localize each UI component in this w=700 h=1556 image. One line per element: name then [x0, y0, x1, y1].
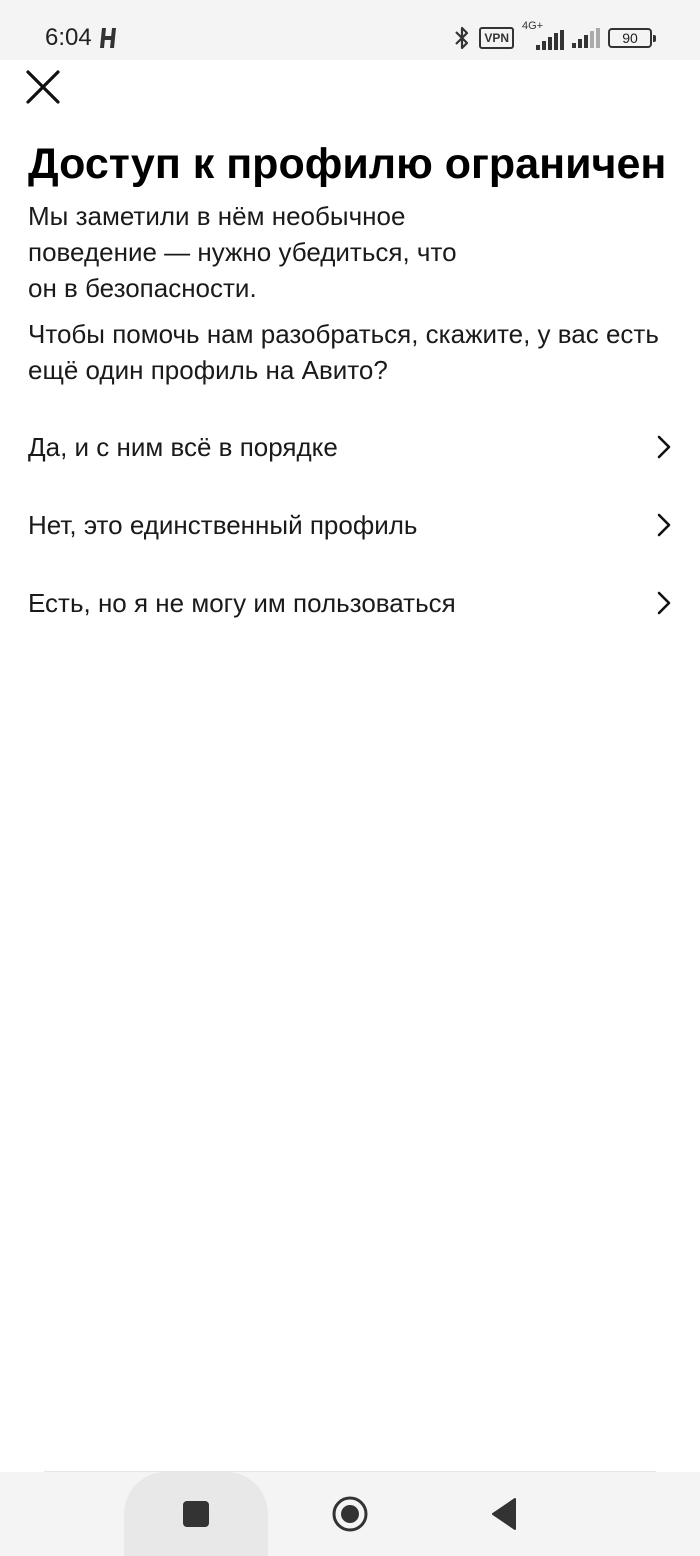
recents-square-icon [183, 1501, 209, 1527]
chevron-right-icon [657, 591, 671, 615]
signal-icon [536, 30, 564, 50]
battery-icon: 90 [608, 28, 656, 48]
option-only-profile[interactable]: Нет, это единственный профиль [0, 486, 700, 564]
options-list: Да, и с ним всё в порядке Нет, это единс… [0, 408, 700, 642]
vpn-badge: VPN [479, 27, 514, 49]
question-text: Чтобы помочь нам разобраться, скажите, у… [28, 319, 659, 385]
option-label: Нет, это единственный профиль [28, 509, 418, 540]
status-time: 6:04 [45, 24, 92, 51]
bluetooth-icon [455, 26, 469, 50]
chevron-right-icon [657, 435, 671, 459]
app-h-icon [100, 28, 116, 48]
home-circle-icon [332, 1496, 368, 1532]
network-indicator: 4G+ [522, 20, 564, 52]
description-text: Мы заметили в нём необычное поведение — … [28, 201, 457, 303]
status-icons: VPN 4G+ 90 [453, 20, 656, 52]
close-icon [26, 70, 60, 104]
back-triangle-icon [492, 1498, 516, 1530]
close-button[interactable] [24, 68, 62, 106]
status-bar: 6:04 VPN 4G+ 90 [0, 0, 700, 60]
option-yes-fine[interactable]: Да, и с ним всё в порядке [0, 408, 700, 486]
back-button[interactable] [480, 1490, 528, 1538]
option-label: Есть, но я не могу им пользоваться [28, 587, 456, 618]
page-title: Доступ к профилю ограничен [28, 140, 667, 188]
option-label: Да, и с ним всё в порядке [28, 431, 338, 462]
home-button[interactable] [326, 1490, 374, 1538]
signal-icon [572, 28, 600, 48]
recents-button[interactable] [172, 1490, 220, 1538]
option-cannot-use[interactable]: Есть, но я не могу им пользоваться [0, 564, 700, 642]
navigation-bar [0, 1472, 700, 1556]
chevron-right-icon [657, 513, 671, 537]
